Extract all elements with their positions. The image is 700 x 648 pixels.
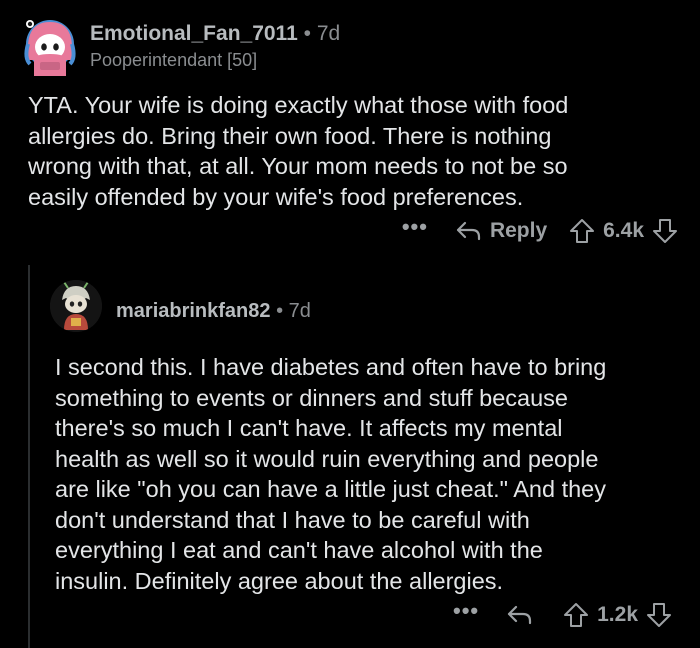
comment-age: 7d bbox=[288, 300, 311, 322]
comment-author[interactable]: mariabrinkfan82 • 7d bbox=[116, 300, 311, 323]
comment-line: something to events or dinners and stuff… bbox=[55, 384, 568, 411]
comment-reply: mariabrinkfan82 • 7d I second this. I ha… bbox=[0, 0, 700, 648]
upvote-arrow-icon bbox=[564, 603, 589, 627]
downvote-button[interactable] bbox=[646, 602, 672, 628]
reply-arrow-icon bbox=[507, 604, 533, 626]
more-options-icon[interactable]: ••• bbox=[453, 598, 479, 624]
comment-line: insulin. Definitely agree about the alle… bbox=[55, 567, 504, 594]
username-text[interactable]: mariabrinkfan82 bbox=[116, 300, 271, 322]
comment-line: everything I eat and can't have alcohol … bbox=[55, 537, 543, 563]
meta-separator: • bbox=[276, 300, 284, 322]
comment-body: I second this. I have diabetes and often… bbox=[55, 352, 685, 596]
upvote-button[interactable] bbox=[563, 602, 589, 628]
reply-button[interactable] bbox=[507, 604, 533, 626]
comment-line: I second this. I have diabetes and often… bbox=[55, 354, 607, 380]
comment-line: are like "oh you can have a little just … bbox=[55, 476, 606, 502]
vote-score: 1.2k bbox=[597, 603, 638, 626]
comment-line: there's so much I can't have. It affects… bbox=[55, 415, 563, 441]
comment-line: health as well so it would ruin everythi… bbox=[55, 445, 599, 472]
downvote-arrow-icon bbox=[647, 603, 671, 627]
user-avatar[interactable] bbox=[50, 280, 102, 332]
avatar-illustration-icon bbox=[50, 280, 102, 332]
comment-line: don't understand that I have to be caref… bbox=[55, 506, 530, 533]
comment-actions: ••• 1.2k bbox=[453, 598, 672, 628]
